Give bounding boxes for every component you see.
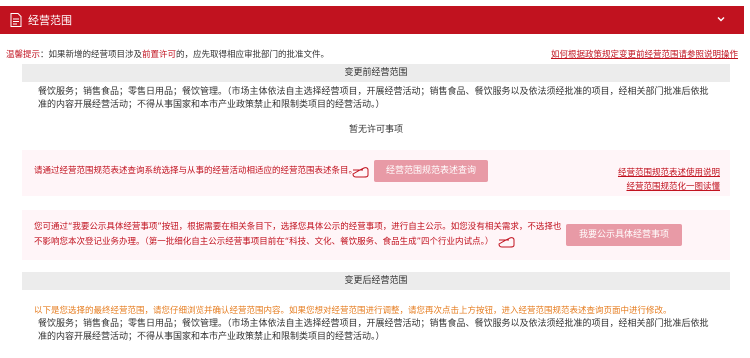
business-scope-help-link[interactable]: 如何根据政策规定变更前经营范围请参照说明操作: [551, 48, 738, 62]
notice-line: 温馨提示：如果新增的经营项目涉及前置许可的，应先取得相应审批部门的批准文件。 如…: [6, 48, 742, 62]
publicity-button[interactable]: 我要公示具体经营事项: [566, 224, 682, 246]
publicity-panel: 您可通过“我要公示具体经营事项”按钮，根据需要在相关条目下，选择您具体公示的经营…: [22, 210, 730, 260]
pointing-hand-icon: [352, 167, 369, 178]
section-header[interactable]: 经营范围: [0, 6, 744, 34]
publicity-instruction: 您可通过“我要公示具体经营事项”按钮，根据需要在相关条目下，选择您具体公示的经营…: [34, 222, 562, 247]
query-instruction: 请通过经营范围规范表述查询系统选择与从事的经营活动相适应的经营范围表述条目。: [34, 166, 358, 176]
after-scope-hint: 以下是您选择的最终经营范围，请您仔细浏览并确认经营范围内容。如果您想对经营范围进…: [34, 306, 672, 316]
chevron-down-icon[interactable]: [716, 14, 726, 24]
after-scope-text: 餐饮服务；销售食品；零售日用品；餐饮管理。（市场主体依法自主选择经营项目，开展经…: [38, 319, 709, 342]
no-permit-label: 暂无许可事项: [348, 125, 403, 135]
scope-query-button[interactable]: 经营范围规范表述查询: [374, 160, 488, 182]
before-scope-bar: 变更前经营范围: [22, 64, 730, 82]
section-title: 经营范围: [28, 14, 72, 27]
notice-prefix: 温馨提示: [6, 50, 41, 60]
pointing-hand-icon: [498, 237, 515, 248]
notice-text-1: ：如果新增的经营项目涉及: [40, 50, 143, 60]
document-icon: [10, 13, 22, 27]
scope-usage-guide-link[interactable]: 经营范围规范表述使用说明: [618, 166, 720, 178]
after-scope-bar: 变更后经营范围: [22, 272, 730, 290]
before-scope-text: 餐饮服务；销售食品；零售日用品；餐饮管理。（市场主体依法自主选择经营项目，开展经…: [38, 87, 709, 110]
notice-text-2: 的，应先取得相应审批部门的批准文件。: [176, 50, 330, 60]
scope-query-panel: 请通过经营范围规范表述查询系统选择与从事的经营活动相适应的经营范围表述条目。 经…: [22, 150, 730, 196]
scope-infographic-link[interactable]: 经营范围规范化一图读懂: [626, 180, 720, 192]
notice-highlight: 前置许可: [142, 50, 177, 60]
